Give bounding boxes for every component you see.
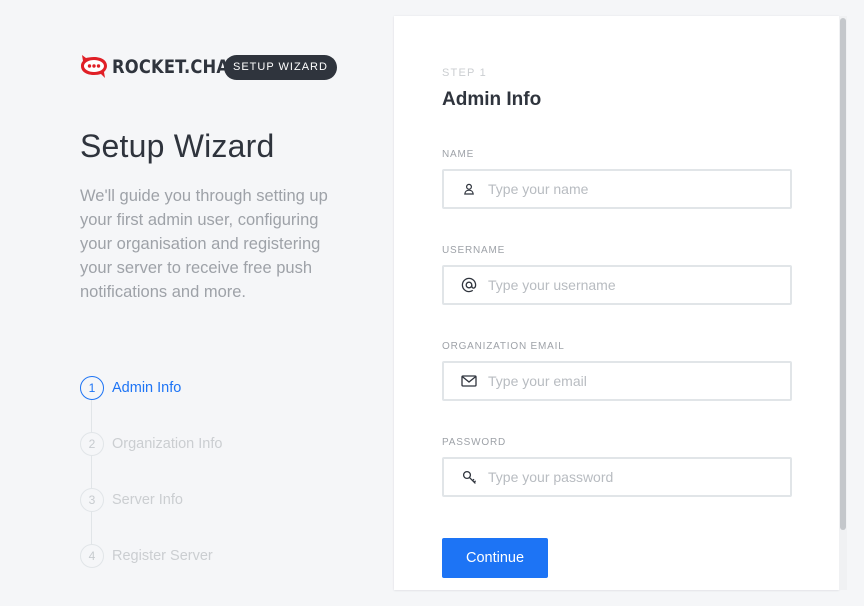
username-field[interactable] bbox=[442, 265, 792, 305]
step-register-server[interactable]: 4 Register Server bbox=[80, 544, 213, 568]
username-input[interactable] bbox=[488, 267, 778, 303]
scrollbar[interactable] bbox=[839, 16, 847, 590]
name-input[interactable] bbox=[488, 171, 778, 207]
at-sign-icon bbox=[460, 276, 478, 294]
password-label: PASSWORD bbox=[442, 437, 506, 448]
admin-info-form-card: STEP 1 Admin Info NAME USERNAME bbox=[394, 16, 839, 590]
steps-connector-line bbox=[91, 400, 92, 556]
organization-email-label: ORGANIZATION EMAIL bbox=[442, 341, 565, 352]
step-label: Organization Info bbox=[112, 436, 223, 452]
name-label: NAME bbox=[442, 149, 475, 160]
key-icon bbox=[460, 468, 478, 486]
step-number: 1 bbox=[80, 376, 104, 400]
username-label: USERNAME bbox=[442, 245, 506, 256]
continue-button[interactable]: Continue bbox=[442, 538, 548, 578]
step-admin-info[interactable]: 1 Admin Info bbox=[80, 376, 181, 400]
step-number: 2 bbox=[80, 432, 104, 456]
step-label: Admin Info bbox=[112, 380, 182, 396]
step-label: Server Info bbox=[112, 492, 183, 508]
logo-wordmark: ROCKET.CHAT bbox=[112, 56, 240, 78]
scrollbar-thumb[interactable] bbox=[840, 18, 846, 530]
form-title: Admin Info bbox=[442, 89, 542, 110]
user-icon bbox=[460, 180, 478, 198]
page-description: We'll guide you through setting up your … bbox=[80, 187, 328, 301]
step-server-info[interactable]: 3 Server Info bbox=[80, 488, 183, 512]
setup-wizard-badge: SETUP WIZARD bbox=[224, 55, 337, 80]
password-field[interactable] bbox=[442, 457, 792, 497]
steps-list: 1 Admin Info 2 Organization Info 3 Serve… bbox=[80, 376, 320, 576]
step-counter: STEP 1 bbox=[442, 67, 487, 79]
step-number: 3 bbox=[80, 488, 104, 512]
rocket-chat-logo-icon bbox=[81, 55, 107, 78]
step-number: 4 bbox=[80, 544, 104, 568]
step-organization-info[interactable]: 2 Organization Info bbox=[80, 432, 222, 456]
organization-email-field[interactable] bbox=[442, 361, 792, 401]
step-label: Register Server bbox=[112, 548, 213, 564]
page-title: Setup Wizard bbox=[80, 128, 275, 164]
name-field[interactable] bbox=[442, 169, 792, 209]
organization-email-input[interactable] bbox=[488, 363, 778, 399]
mail-icon bbox=[460, 372, 478, 390]
password-input[interactable] bbox=[488, 459, 778, 495]
